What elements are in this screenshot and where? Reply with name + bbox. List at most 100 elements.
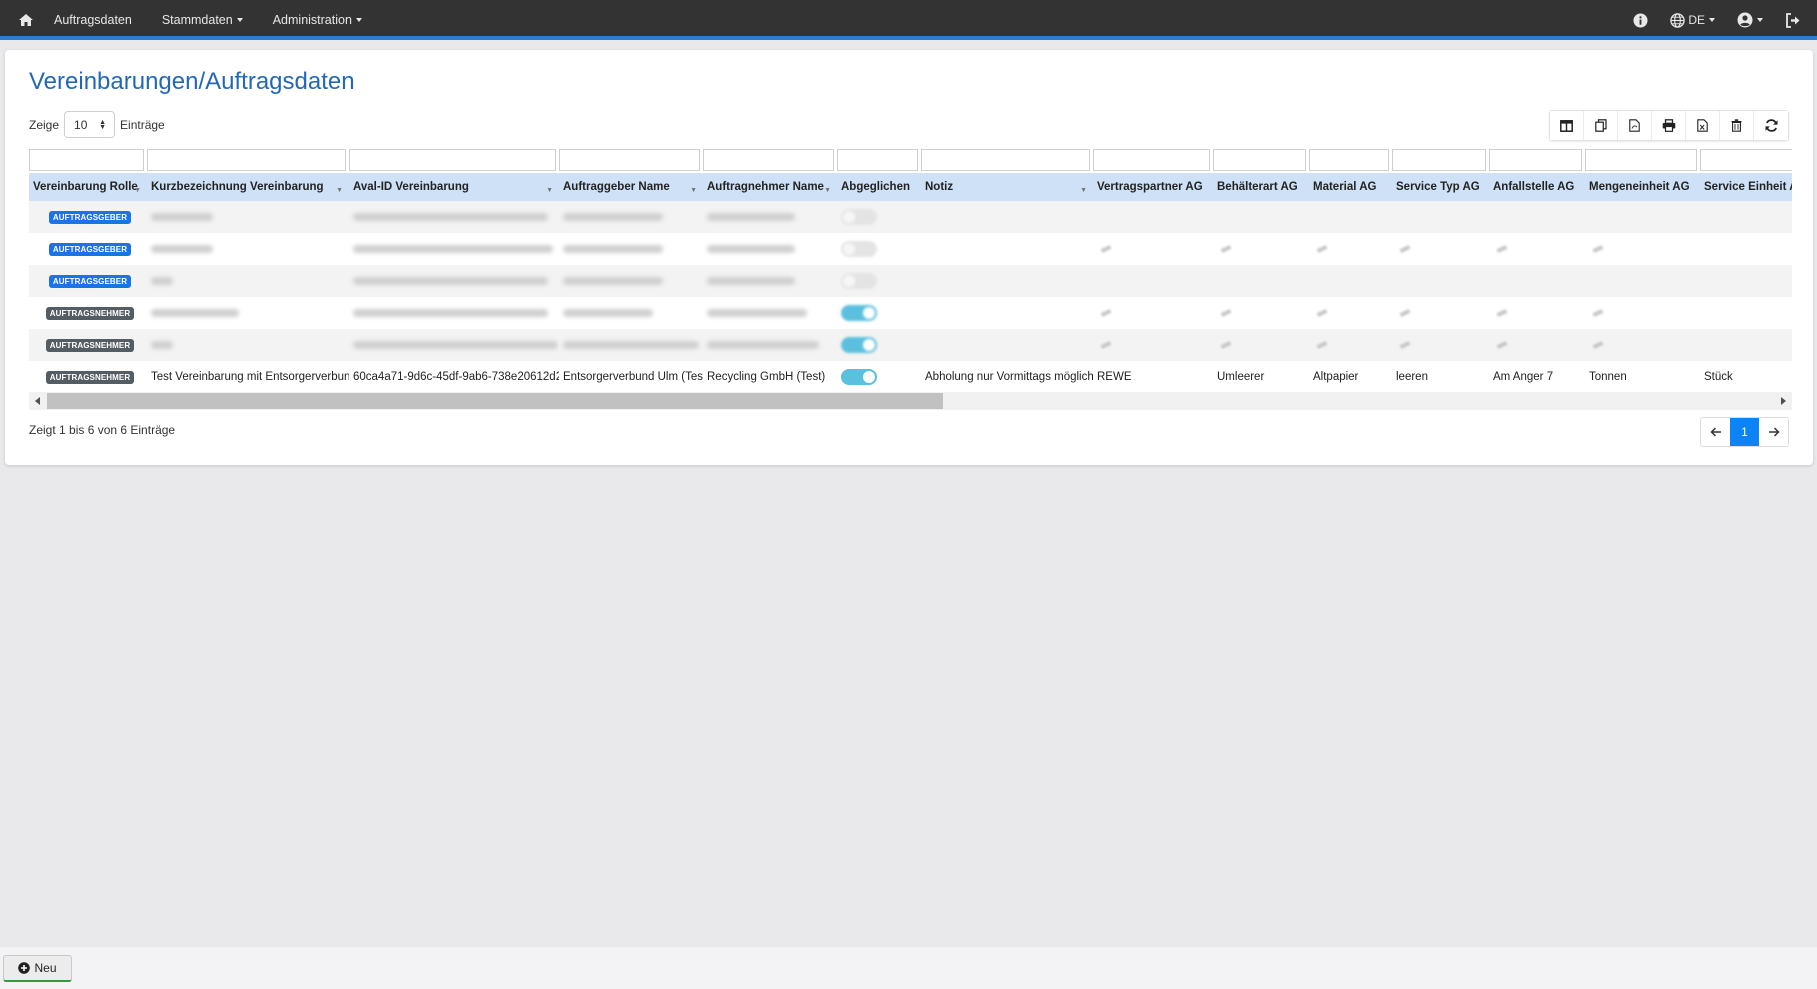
delete-button[interactable] (1720, 111, 1754, 140)
filter-input-vertragspartner[interactable] (1093, 149, 1210, 171)
redacted-text (353, 341, 558, 349)
filter-input-service-typ[interactable] (1392, 149, 1486, 171)
abgeglichen-toggle[interactable] (841, 209, 877, 225)
abgeglichen-toggle[interactable] (841, 369, 877, 385)
filter-input-behaelterart[interactable] (1213, 149, 1306, 171)
home-icon[interactable] (18, 12, 34, 28)
scrollbar-thumb[interactable] (47, 393, 943, 409)
column-header-auftraggeber[interactable]: Auftraggeber Name ▼ (559, 173, 703, 201)
redacted-text (563, 277, 663, 285)
column-header-service-typ[interactable]: Service Typ AG (1392, 173, 1489, 201)
cell-abgeglichen (837, 201, 921, 233)
info-button[interactable] (1633, 12, 1648, 28)
pagination-previous[interactable] (1701, 418, 1730, 446)
cell-notiz (921, 329, 1093, 361)
nav-administration-dropdown[interactable]: Administration (273, 13, 362, 27)
nav-stammdaten-dropdown[interactable]: Stammdaten (162, 13, 243, 27)
column-header-material[interactable]: Material AG (1309, 173, 1392, 201)
cell-auftraggeber (559, 265, 703, 297)
cell-mengeneinheit: Tonnen (1589, 371, 1627, 383)
abgeglichen-toggle[interactable] (841, 337, 877, 353)
logout-button[interactable] (1785, 12, 1801, 28)
pagination-next[interactable] (1759, 418, 1788, 446)
column-header-abgeglichen[interactable]: Abgeglichen (837, 173, 921, 201)
redacted-text (1220, 309, 1232, 317)
table-row[interactable]: AUFTRAGSGEBER (29, 265, 1792, 297)
filter-input-service-einheit[interactable] (1700, 149, 1792, 171)
nav-left: Auftragsdaten Stammdaten Administration (18, 0, 392, 40)
filter-input-aval-id[interactable] (349, 149, 556, 171)
refresh-button[interactable] (1754, 111, 1788, 140)
abgeglichen-toggle[interactable] (841, 273, 877, 289)
column-header-aval-id[interactable]: Aval-ID Vereinbarung ▼ (349, 173, 559, 201)
scroll-left-icon[interactable] (35, 397, 40, 405)
cell-notiz: Abholung nur Vormittags möglich (925, 371, 1093, 383)
toggle-knob (843, 275, 855, 287)
filter-input-auftraggeber[interactable] (559, 149, 700, 171)
cell-notiz (921, 233, 1093, 265)
abgeglichen-toggle[interactable] (841, 241, 877, 257)
logout-icon (1786, 12, 1800, 28)
table-row[interactable]: AUFTRAGSGEBER (29, 201, 1792, 233)
role-badge: AUFTRAGSNEHMER (45, 370, 135, 384)
page-length-select[interactable]: 10 ▲ ▼ (64, 111, 116, 138)
table-row[interactable]: AUFTRAGSNEHMER Test Vereinbarung mit Ent… (29, 361, 1792, 386)
filter-input-notiz[interactable] (921, 149, 1090, 171)
cell-abgeglichen (837, 265, 921, 297)
cell-vertragspartner (1093, 329, 1213, 361)
column-header-vertragspartner[interactable]: Vertragspartner AG (1093, 173, 1213, 201)
print-button[interactable] (1652, 111, 1686, 140)
nav-auftragsdaten[interactable]: Auftragsdaten (54, 13, 132, 27)
cell-abgeglichen (837, 233, 921, 265)
filter-input-kurzbezeichnung[interactable] (147, 149, 346, 171)
user-menu-dropdown[interactable] (1737, 12, 1763, 28)
excel-export-button[interactable] (1686, 111, 1720, 140)
abgeglichen-toggle[interactable] (841, 305, 877, 321)
filter-input-anfallstelle[interactable] (1489, 149, 1582, 171)
column-header-mengeneinheit[interactable]: Mengeneinheit AG (1585, 173, 1700, 201)
pagination-page-1[interactable]: 1 (1730, 418, 1759, 446)
columns-icon (1560, 119, 1573, 132)
column-header-behaelterart[interactable]: Behälterart AG (1213, 173, 1309, 201)
filter-input-auftragnehmer[interactable] (703, 149, 834, 171)
cell-rolle: AUFTRAGSNEHMER (29, 329, 147, 361)
column-header-rolle[interactable]: Vereinbarung Rolle ▼ (29, 173, 147, 201)
plus-circle-icon (18, 962, 31, 974)
column-header-auftragnehmer[interactable]: Auftragnehmer Name ▼ (703, 173, 837, 201)
redacted-text (1399, 309, 1411, 317)
table-row[interactable]: AUFTRAGSNEHMER (29, 297, 1792, 329)
redacted-text (1592, 341, 1604, 349)
columns-button[interactable] (1550, 111, 1584, 140)
column-header-anfallstelle[interactable]: Anfallstelle AG (1489, 173, 1585, 201)
chevron-down-icon (1757, 18, 1763, 22)
globe-icon (1670, 12, 1686, 28)
role-badge: AUFTRAGSGEBER (48, 274, 132, 288)
cell-aval-id: 60ca4a71-9d6c-45df-9ab6-738e20612d2b (353, 371, 559, 383)
filter-input-material[interactable] (1309, 149, 1389, 171)
table-row[interactable]: AUFTRAGSGEBER (29, 233, 1792, 265)
scroll-right-icon[interactable] (1781, 397, 1786, 405)
table-row[interactable]: AUFTRAGSNEHMER (29, 329, 1792, 361)
data-table: Vereinbarung Rolle ▼ Kurzbezeichnung Vere… (29, 149, 1792, 386)
column-header-service-einheit[interactable]: Service Einheit AG (1700, 173, 1792, 201)
language-dropdown[interactable]: DE (1670, 12, 1715, 28)
column-header-kurzbezeichnung[interactable]: Kurzbezeichnung Vereinbarung ▼ (147, 173, 349, 201)
nav-right: DE (1611, 0, 1801, 40)
column-header-label: Service Typ AG (1396, 181, 1480, 193)
cell-mengeneinheit (1585, 233, 1700, 265)
cell-auftragnehmer (703, 265, 837, 297)
cell-auftragnehmer: Recycling GmbH (Test) (707, 371, 826, 383)
refresh-icon (1765, 119, 1777, 132)
filter-input-rolle[interactable] (29, 149, 144, 171)
cell-vertragspartner: REWE (1097, 371, 1132, 383)
cell-auftragnehmer (703, 297, 837, 329)
filter-input-mengeneinheit[interactable] (1585, 149, 1697, 171)
copy-button[interactable] (1584, 111, 1618, 140)
print-icon (1662, 119, 1675, 132)
pdf-export-button[interactable] (1618, 111, 1652, 140)
filter-input-abgeglichen[interactable] (837, 149, 918, 171)
cell-aval-id (349, 265, 559, 297)
column-header-notiz[interactable]: Notiz ▼ (921, 173, 1093, 201)
horizontal-scrollbar[interactable] (29, 392, 1792, 410)
new-button[interactable]: Neu (3, 955, 72, 982)
